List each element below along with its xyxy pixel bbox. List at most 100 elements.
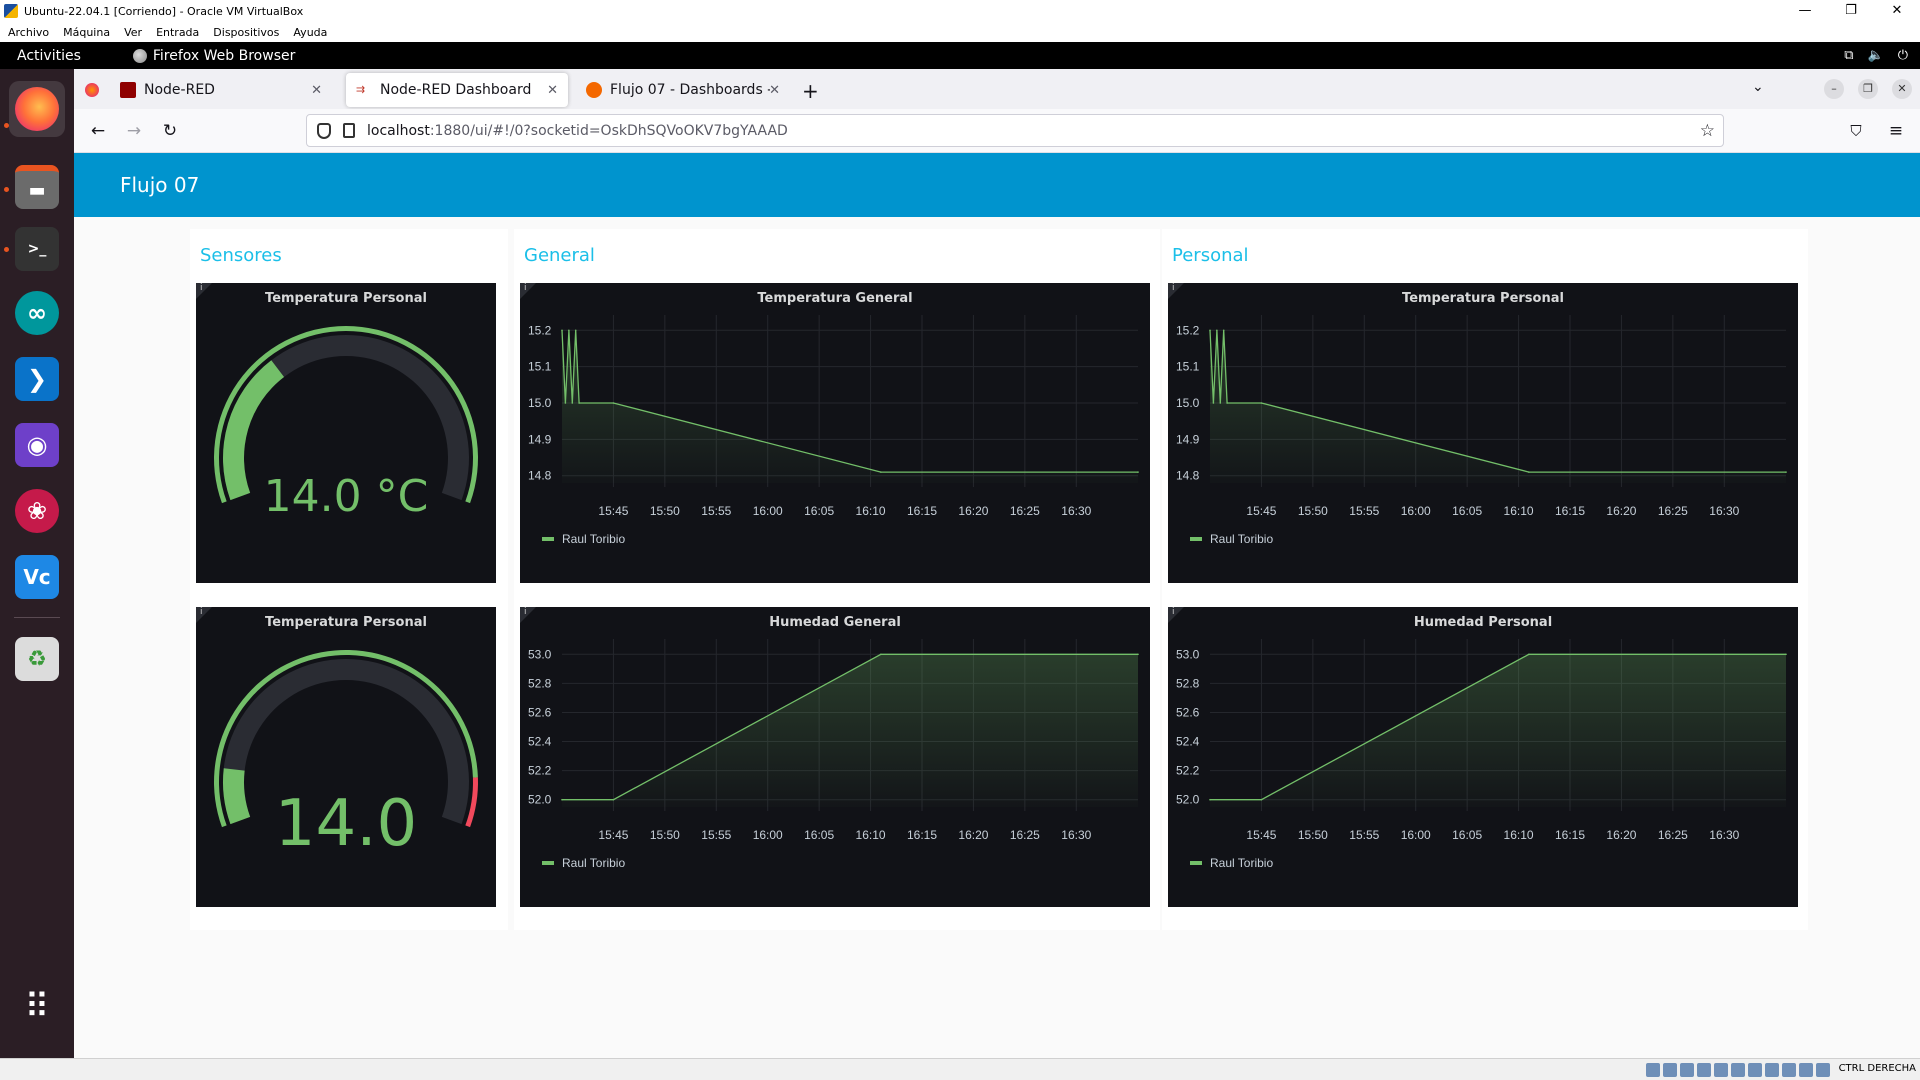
hdd-icon[interactable] [1646, 1063, 1660, 1077]
data-point [1212, 402, 1215, 404]
legend-label: Raul Toribio [562, 856, 625, 870]
tab-flujo07-grafana[interactable]: Flujo 07 - Dashboards - Gr ✕ [576, 73, 790, 107]
x-tick-label: 15:45 [1246, 828, 1276, 842]
hamburger-menu-icon[interactable]: ≡ [1884, 119, 1908, 143]
pocket-icon[interactable]: ⛉ [1844, 119, 1868, 143]
x-tick-label: 16:15 [1555, 828, 1585, 842]
x-tick-label: 16:05 [1452, 504, 1482, 518]
guest-screen: Activities Firefox Web Browser ⧉ 🔈 ⏻ ▬ >… [0, 42, 1920, 1058]
x-tick-label: 16:10 [856, 828, 886, 842]
y-tick-label: 15.0 [1176, 396, 1200, 410]
data-point [1260, 798, 1263, 801]
y-tick-label: 15.2 [528, 323, 552, 337]
network-icon[interactable] [1697, 1063, 1711, 1077]
chart-panel-hum-personal: i Humedad Personal 53.0 52.8 52.6 52.4 52.2 5… [1168, 607, 1798, 907]
firefox-view-button[interactable] [80, 73, 104, 107]
y-tick-label: 53.0 [1176, 647, 1200, 661]
group-title-general: General [524, 245, 595, 266]
close-tab-icon[interactable]: ✕ [769, 83, 780, 98]
close-tab-icon[interactable]: ✕ [547, 83, 558, 98]
tab-strip: Node-RED ✕ ⇉ Node-RED Dashboard ✕ Flujo … [74, 69, 1920, 109]
close-window-button[interactable]: ✕ [1892, 79, 1912, 99]
dock-files[interactable]: ▬ [9, 159, 65, 215]
x-tick-label: 15:50 [1298, 828, 1328, 842]
dock-arduino[interactable]: ∞ [9, 285, 65, 341]
cpu-icon[interactable] [1782, 1063, 1796, 1077]
menu-maquina[interactable]: Máquina [63, 26, 110, 39]
minimize-window-button[interactable]: – [1824, 79, 1844, 99]
data-point [880, 653, 882, 656]
dock-trash[interactable]: ♻ [9, 631, 65, 687]
data-point [612, 798, 615, 801]
url-host: localhost [367, 122, 430, 139]
data-point [1137, 653, 1139, 656]
close-button[interactable]: ✕ [1874, 0, 1920, 22]
menu-archivo[interactable]: Archivo [8, 26, 49, 39]
x-tick-label: 16:05 [804, 828, 834, 842]
dock-separator [14, 617, 60, 618]
legend-label: Raul Toribio [562, 532, 625, 546]
legend-label: Raul Toribio [1210, 532, 1273, 546]
vscode-icon: ❯ [15, 357, 59, 401]
page-info-icon[interactable] [343, 123, 355, 138]
line-chart-temp-personal: 15.2 15.1 15.0 14.9 14.8 15:45 15:50 15:55 16:00… [1176, 315, 1787, 546]
y-tick-label: 15.1 [528, 360, 552, 374]
dock-terminal[interactable]: >_ [9, 221, 65, 277]
tab-node-red-dashboard[interactable]: ⇉ Node-RED Dashboard ✕ [346, 73, 568, 107]
legend-label: Raul Toribio [1210, 856, 1273, 870]
close-tab-icon[interactable]: ✕ [311, 83, 322, 98]
display-icon[interactable] [1748, 1063, 1762, 1077]
optical-drive-icon[interactable] [1663, 1063, 1677, 1077]
menu-ver[interactable]: Ver [124, 26, 142, 39]
bookmark-star-icon[interactable]: ☆ [1700, 121, 1715, 141]
navigation-toolbar: ← → ↻ localhost:1880/ui/#!/0?socketid=Os… [74, 109, 1920, 153]
host-key-icon[interactable] [1816, 1063, 1830, 1077]
tracking-protection-shield-icon[interactable] [317, 122, 331, 139]
x-tick-label: 15:55 [701, 828, 731, 842]
back-arrow-icon[interactable]: ← [86, 119, 110, 143]
dock-firefox[interactable] [9, 81, 65, 137]
x-tick-label: 16:30 [1709, 828, 1739, 842]
group-general: General i Temperatura General 15.2 15.1 15… [514, 229, 1160, 930]
x-tick-label: 15:45 [598, 828, 628, 842]
new-tab-plus-icon[interactable]: + [802, 79, 819, 103]
minimize-button[interactable]: — [1782, 0, 1828, 22]
reload-icon[interactable]: ↻ [158, 119, 182, 143]
usb-icon[interactable] [1714, 1063, 1728, 1077]
data-point [1528, 653, 1530, 656]
menu-entrada[interactable]: Entrada [156, 26, 199, 39]
recording-icon[interactable] [1765, 1063, 1779, 1077]
x-tick-label: 15:55 [1349, 504, 1379, 518]
list-all-tabs-chevron-icon[interactable]: ⌄ [1752, 79, 1764, 95]
files-icon: ▬ [15, 165, 59, 209]
data-point [880, 471, 882, 473]
maximize-button[interactable]: ❐ [1828, 0, 1874, 22]
restore-window-button[interactable]: ❐ [1858, 79, 1878, 99]
x-tick-label: 15:50 [1298, 504, 1328, 518]
chart-panel-hum-general: i Humedad General 53.0 52.8 52.6 52.4 52.2 52… [520, 607, 1150, 907]
audio-icon[interactable] [1680, 1063, 1694, 1077]
tab-node-red[interactable]: Node-RED ✕ [110, 73, 332, 107]
y-tick-label: 15.2 [1176, 323, 1200, 337]
data-point [564, 402, 567, 404]
mouse-integration-icon[interactable] [1799, 1063, 1813, 1077]
shared-folders-icon[interactable] [1731, 1063, 1745, 1077]
grafana-icon [586, 82, 602, 98]
dock-raspberry[interactable]: ❀ [9, 483, 65, 539]
dock-github[interactable]: ◉ [9, 417, 65, 473]
dock-vscode[interactable]: ❯ [9, 351, 65, 407]
vbox-device-icons[interactable] [1646, 1063, 1830, 1077]
trash-icon: ♻ [15, 637, 59, 681]
system-tray[interactable]: ⧉ 🔈 ⏻ [1844, 42, 1908, 69]
show-apps-grid-icon[interactable]: ⠿ [9, 979, 65, 1035]
y-tick-label: 52.4 [1176, 735, 1200, 749]
dock-vnc[interactable]: Vc [9, 549, 65, 605]
url-bar[interactable]: localhost:1880/ui/#!/0?socketid=OskDhSQV… [306, 114, 1724, 147]
menu-dispositivos[interactable]: Dispositivos [213, 26, 279, 39]
app-menu[interactable]: Firefox Web Browser [132, 48, 295, 64]
x-tick-label: 16:00 [753, 504, 783, 518]
forward-arrow-icon[interactable]: → [122, 119, 146, 143]
menu-ayuda[interactable]: Ayuda [293, 26, 327, 39]
x-tick-label: 16:05 [804, 504, 834, 518]
activities-button[interactable]: Activities [17, 48, 81, 64]
